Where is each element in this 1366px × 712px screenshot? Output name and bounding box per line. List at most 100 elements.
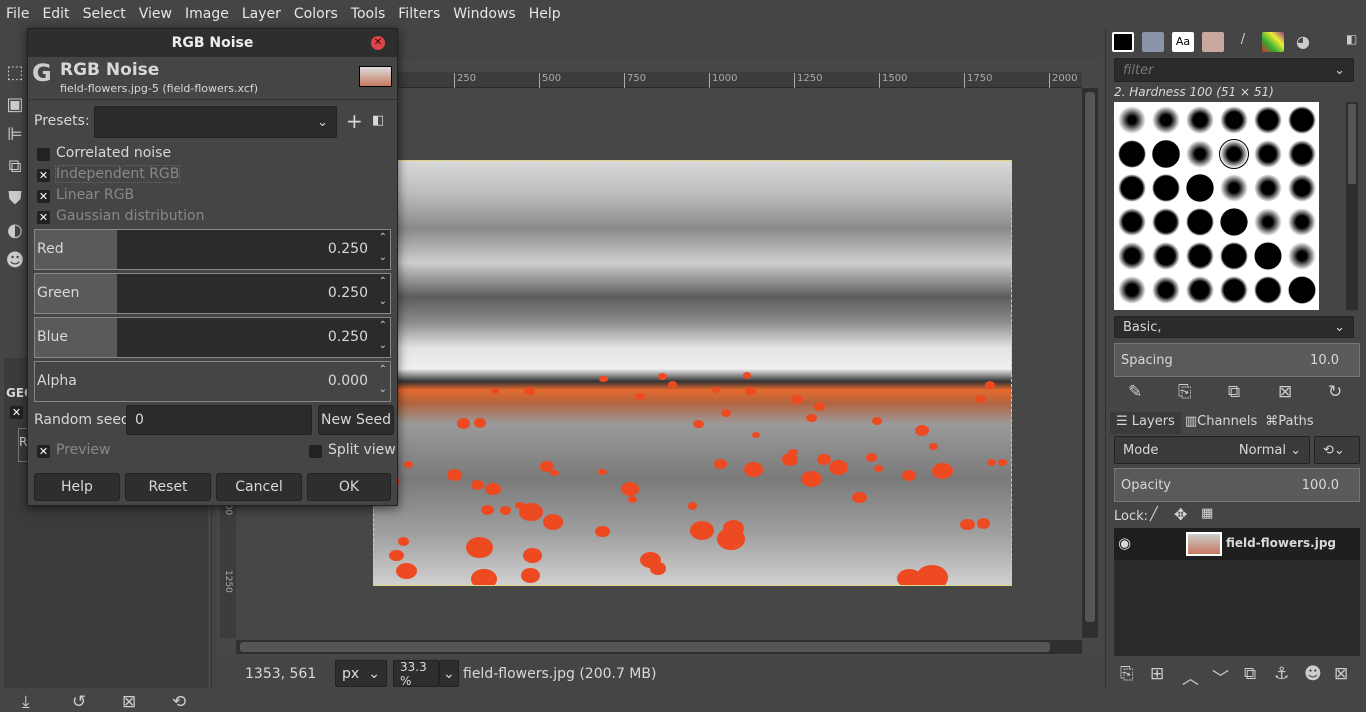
transform-icon[interactable]: ⧉ [4,156,26,178]
brush-preview[interactable] [1288,106,1316,134]
opacity-slider[interactable]: Opacity 100.0 [1114,468,1360,502]
unit-select[interactable]: px ⌄ [335,660,387,687]
menu-edit[interactable]: Edit [42,6,69,22]
brush-preview[interactable] [1152,276,1180,304]
independent-rgb-checkbox[interactable]: ✕ [37,169,50,182]
reset-button[interactable]: Reset [125,473,211,501]
duplicate-brush-icon[interactable]: ⧉ [1228,382,1240,402]
tab-paths[interactable]: ⌘Paths [1261,412,1317,434]
brush-preview[interactable] [1254,242,1282,270]
brush-preview[interactable] [1152,174,1180,202]
brush-scrollbar[interactable] [1346,102,1358,310]
lower-layer-icon[interactable]: ﹀ [1212,664,1229,689]
brush-preview[interactable] [1220,276,1248,304]
vertical-scrollbar[interactable] [1082,88,1098,638]
brush-preview[interactable] [1186,106,1214,134]
duplicate-layer-icon[interactable]: ⧉ [1244,664,1256,684]
random-seed-input[interactable]: 0 [126,405,312,435]
brush-preview[interactable] [1186,174,1214,202]
brush-preview[interactable] [1186,140,1214,168]
delete-tool-preset-icon[interactable]: ⊠ [122,692,136,712]
brush-preview[interactable] [1220,174,1248,202]
menu-filters[interactable]: Filters [398,6,440,22]
presets-select[interactable]: ⌄ [94,106,337,138]
brush-preview[interactable] [1186,242,1214,270]
dialog-titlebar[interactable]: RGB Noise ✕ [28,29,397,57]
palettes-tab-icon[interactable] [1262,32,1284,52]
tab-channels[interactable]: ▥Channels [1181,412,1261,434]
new-seed-button[interactable]: New Seed [318,405,394,435]
split-view-checkbox[interactable] [309,445,322,458]
horizontal-scrollbar[interactable] [236,640,1082,654]
brush-preview[interactable] [1288,242,1316,270]
brush-preview[interactable] [1186,208,1214,236]
brush-preview[interactable] [1288,140,1316,168]
layer-row[interactable]: ◉ field-flowers.jpg [1114,528,1360,560]
menu-colors[interactable]: Colors [294,6,338,22]
brush-preview[interactable] [1152,140,1180,168]
raise-layer-icon[interactable]: ︿ [1182,664,1199,689]
brush-preview[interactable] [1254,208,1282,236]
fonts-tab-icon[interactable]: Aa [1172,32,1194,52]
paint-bucket-icon[interactable]: ⛊ [4,188,26,210]
brush-preview[interactable] [1118,242,1146,270]
preview-checkbox[interactable]: ✕ [37,445,50,458]
rect-select-icon[interactable]: ⬚ [4,62,26,84]
add-preset-icon[interactable]: + [346,109,363,133]
correlated-noise-checkbox[interactable] [37,148,50,161]
layer-name[interactable]: field-flowers.jpg [1226,536,1336,550]
gradients-tab-icon[interactable] [1202,32,1224,52]
linear-rgb-checkbox[interactable]: ✕ [37,190,50,203]
menu-image[interactable]: Image [185,6,229,22]
composite-mode-button[interactable]: ⟲⌄ [1314,436,1360,464]
panel-menu-icon[interactable]: ◧ [1346,32,1366,52]
close-icon[interactable]: ✕ [371,36,385,50]
zoom-input[interactable]: 33.3 % [393,660,439,688]
add-mask-icon[interactable]: ☻ [1304,664,1322,684]
ok-button[interactable]: OK [307,473,391,501]
brush-preview[interactable] [1220,208,1248,236]
tool-option-checkbox[interactable]: ✕ [10,406,23,419]
anchor-layer-icon[interactable]: ⚓ [1274,664,1289,684]
brush-filter-input[interactable]: filter ⌄ [1114,58,1354,82]
reset-tool-options-icon[interactable]: ⟲ [172,692,186,712]
menu-select[interactable]: Select [83,6,126,22]
delete-layer-icon[interactable]: ⊠ [1334,664,1348,684]
dodge-icon[interactable]: ☻ [4,250,26,272]
brush-preview[interactable] [1118,106,1146,134]
brush-preview[interactable] [1254,106,1282,134]
cancel-button[interactable]: Cancel [216,473,302,501]
menu-file[interactable]: File [6,6,29,22]
red-slider[interactable]: Red 0.250 ⌃ ⌄ [34,229,391,270]
layer-mode-select[interactable]: Mode Normal ⌄ [1114,436,1310,464]
smudge-icon[interactable]: ◐ [4,220,26,242]
brush-preview[interactable] [1152,208,1180,236]
menu-layer[interactable]: Layer [242,6,281,22]
lock-position-icon[interactable]: ✥ [1174,505,1187,524]
delete-brush-icon[interactable]: ⊠ [1278,382,1292,402]
brush-preview[interactable] [1288,174,1316,202]
brush-preview[interactable] [1288,208,1316,236]
restore-tool-preset-icon[interactable]: ↺ [72,692,86,712]
new-brush-icon[interactable]: ⎘ [1178,382,1192,402]
preset-menu-icon[interactable]: ◧ [372,113,384,128]
image-canvas[interactable] [373,160,1012,586]
brushes-tab-icon[interactable] [1112,32,1134,52]
green-slider[interactable]: Green 0.250 ⌃ ⌄ [34,273,391,314]
colors-tab-icon[interactable]: ◕ [1292,32,1314,52]
refresh-brushes-icon[interactable]: ↻ [1328,382,1342,402]
align-icon[interactable]: ⊫ [4,124,26,146]
alpha-slider[interactable]: Alpha 0.000 ⌃ ⌄ [34,361,391,402]
visibility-eye-icon[interactable]: ◉ [1118,534,1131,552]
brush-preview[interactable] [1254,140,1282,168]
brush-preview[interactable] [1118,140,1146,168]
lock-alpha-icon[interactable]: ▦ [1201,506,1213,521]
brush-preview[interactable] [1254,276,1282,304]
brush-preview[interactable] [1254,174,1282,202]
brush-preview[interactable] [1186,276,1214,304]
save-tool-preset-icon[interactable]: ⤓ [22,692,30,712]
edit-brush-icon[interactable]: ✎ [1128,382,1142,402]
gaussian-checkbox[interactable]: ✕ [37,211,50,224]
new-layer-group-icon[interactable]: ⊞ [1150,664,1164,684]
brush-preview[interactable] [1118,276,1146,304]
